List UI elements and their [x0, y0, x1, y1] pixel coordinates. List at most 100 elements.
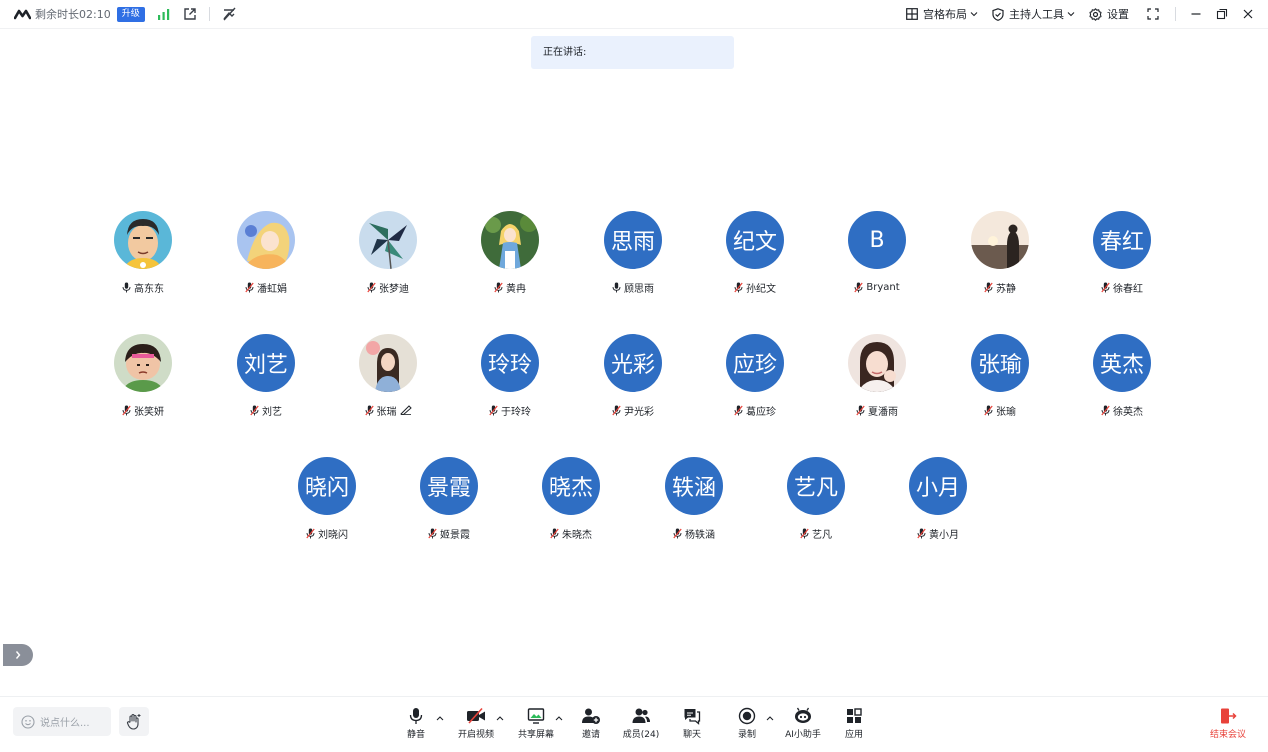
share-screen-button[interactable]: 共享屏幕	[514, 707, 558, 741]
participant-tile[interactable]: B Bryant	[827, 211, 927, 301]
participant-name-row: 苏静	[950, 280, 1050, 295]
remaining-time: 剩余时长02:10	[35, 8, 111, 21]
chat-button[interactable]: 聊天	[676, 707, 708, 741]
share-options-caret-icon[interactable]	[555, 715, 563, 721]
participant-name-row: Bryant	[827, 280, 927, 294]
participant-tile[interactable]: 艺凡 艺凡	[766, 457, 866, 547]
participant-tile[interactable]: 晓杰 朱晓杰	[521, 457, 621, 547]
host-tools-dropdown[interactable]: 主持人工具	[992, 6, 1075, 22]
avatar-photo	[971, 211, 1029, 269]
mic-muted-icon	[800, 528, 809, 538]
participant-tile[interactable]: 苏静	[950, 211, 1050, 301]
mic-muted-icon	[306, 528, 315, 538]
participant-name-row: 葛应珍	[705, 403, 805, 418]
settings-label: 设置	[1107, 8, 1129, 21]
participant-name-row: 姬景霞	[399, 526, 499, 541]
apps-label: 应用	[844, 730, 863, 740]
avatar-initials: 英杰	[1093, 334, 1151, 392]
participant-tile[interactable]: 张笑妍	[93, 334, 193, 424]
mute-options-caret-icon[interactable]	[436, 715, 444, 721]
pen-icon	[399, 405, 412, 415]
participant-tile[interactable]: 夏潘雨	[827, 334, 927, 424]
settings-button[interactable]: 设置	[1089, 6, 1129, 22]
participant-tile[interactable]: 光彩 尹光彩	[583, 334, 683, 424]
mic-muted-icon	[854, 282, 864, 292]
participant-tile[interactable]: 高东东	[93, 211, 193, 301]
minimize-icon[interactable]	[1190, 8, 1202, 20]
fullscreen-icon[interactable]	[1147, 8, 1159, 20]
top-bar-left: 剩余时长02:10 升级	[14, 5, 236, 23]
participant-name: 夏潘雨	[868, 406, 898, 418]
video-options-caret-icon[interactable]	[496, 715, 504, 721]
avatar-image	[359, 211, 417, 269]
participant-tile[interactable]: 黄冉	[460, 211, 560, 301]
record-button[interactable]: 录制	[731, 707, 763, 741]
mic-muted-icon	[428, 528, 437, 538]
participant-tile[interactable]: 思雨 顾思雨	[583, 211, 683, 301]
mic-muted-icon	[673, 528, 682, 538]
expand-sidebar-button[interactable]	[3, 644, 33, 666]
external-share-icon[interactable]	[183, 7, 197, 21]
avatar-initials: 春红	[1093, 211, 1151, 269]
video-off-icon	[467, 707, 485, 724]
mute-button[interactable]: 静音	[400, 707, 432, 741]
chat-quick-input[interactable]: 说点什么...	[13, 707, 111, 736]
avatar-initials: 光彩	[604, 334, 662, 392]
mic-muted-icon	[734, 405, 743, 415]
mic-muted-icon	[494, 282, 503, 292]
participant-tile[interactable]: 小月 黄小月	[888, 457, 988, 547]
members-label: 成员(24)	[622, 730, 660, 740]
participant-tile[interactable]: 晓闪 刘晓闪	[277, 457, 377, 547]
raise-hand-icon	[126, 713, 141, 730]
avatar-photo	[481, 211, 539, 269]
ai-assistant-button[interactable]: AI小助手	[782, 707, 824, 741]
participant-tile[interactable]: 刘艺 刘艺	[216, 334, 316, 424]
participant-name: 葛应珍	[746, 406, 776, 418]
participant-tile[interactable]: 纪文 孙纪文	[705, 211, 805, 301]
participant-tile[interactable]: 潘虹娟	[216, 211, 316, 301]
participant-tile[interactable]: 玲玲 于玲玲	[460, 334, 560, 424]
mic-muted-icon	[984, 282, 993, 292]
signal-icon[interactable]	[157, 7, 171, 21]
record-options-caret-icon[interactable]	[766, 715, 774, 721]
mic-muted-icon	[612, 405, 621, 415]
participant-name: 姬景霞	[440, 529, 470, 541]
participant-name-row: 刘艺	[216, 403, 316, 418]
invite-button[interactable]: 邀请	[575, 707, 607, 741]
layout-dropdown[interactable]: 宫格布局	[906, 6, 978, 22]
participant-tile[interactable]: 张梦迪	[338, 211, 438, 301]
mic-muted-icon	[122, 405, 131, 415]
avatar-photo	[114, 211, 172, 269]
participant-tile[interactable]: 张瑜 张瑜	[950, 334, 1050, 424]
host-tools-label: 主持人工具	[1009, 8, 1064, 21]
avatar-initials: 思雨	[604, 211, 662, 269]
avatar-photo	[359, 334, 417, 392]
members-button[interactable]: 成员(24)	[620, 707, 662, 741]
raise-hand-button[interactable]	[119, 707, 149, 736]
end-meeting-button[interactable]: 结束会议	[1206, 707, 1250, 741]
participant-tile[interactable]: 英杰 徐英杰	[1072, 334, 1172, 424]
meeting-window: 剩余时长02:10 升级 宫格布局 主持人工具 设置 正在讲话: 高东东 潘虹娟…	[0, 0, 1268, 752]
upgrade-button[interactable]: 升级	[116, 6, 145, 22]
participant-tile[interactable]: 张瑞	[338, 334, 438, 424]
restore-icon[interactable]	[1216, 8, 1228, 20]
share-screen-icon	[527, 708, 545, 724]
invite-label: 邀请	[581, 730, 600, 740]
participant-tile[interactable]: 轶涵 杨轶涵	[644, 457, 744, 547]
close-icon[interactable]	[1242, 8, 1254, 20]
mic-muted-icon	[984, 405, 993, 415]
mic-muted-icon	[245, 282, 254, 292]
apps-button[interactable]: 应用	[838, 707, 870, 741]
start-video-button[interactable]: 开启视频	[454, 707, 498, 741]
grid-layout-icon	[906, 8, 918, 20]
annotation-off-icon[interactable]	[222, 7, 236, 21]
mic-muted-icon	[367, 282, 376, 292]
participant-tile[interactable]: 景霞 姬景霞	[399, 457, 499, 547]
participant-tile[interactable]: 应珍 葛应珍	[705, 334, 805, 424]
participant-name: 张瑞	[376, 406, 397, 418]
participant-name: 潘虹娟	[257, 283, 287, 295]
participant-tile[interactable]: 春红 徐春红	[1072, 211, 1172, 301]
bottom-toolbar: 说点什么... 静音 开启视频 共享屏幕 邀请 成员(24) 聊天 录制 AI小…	[0, 696, 1268, 752]
window-controls-divider	[1175, 7, 1176, 21]
participant-name-row: 夏潘雨	[827, 403, 927, 418]
